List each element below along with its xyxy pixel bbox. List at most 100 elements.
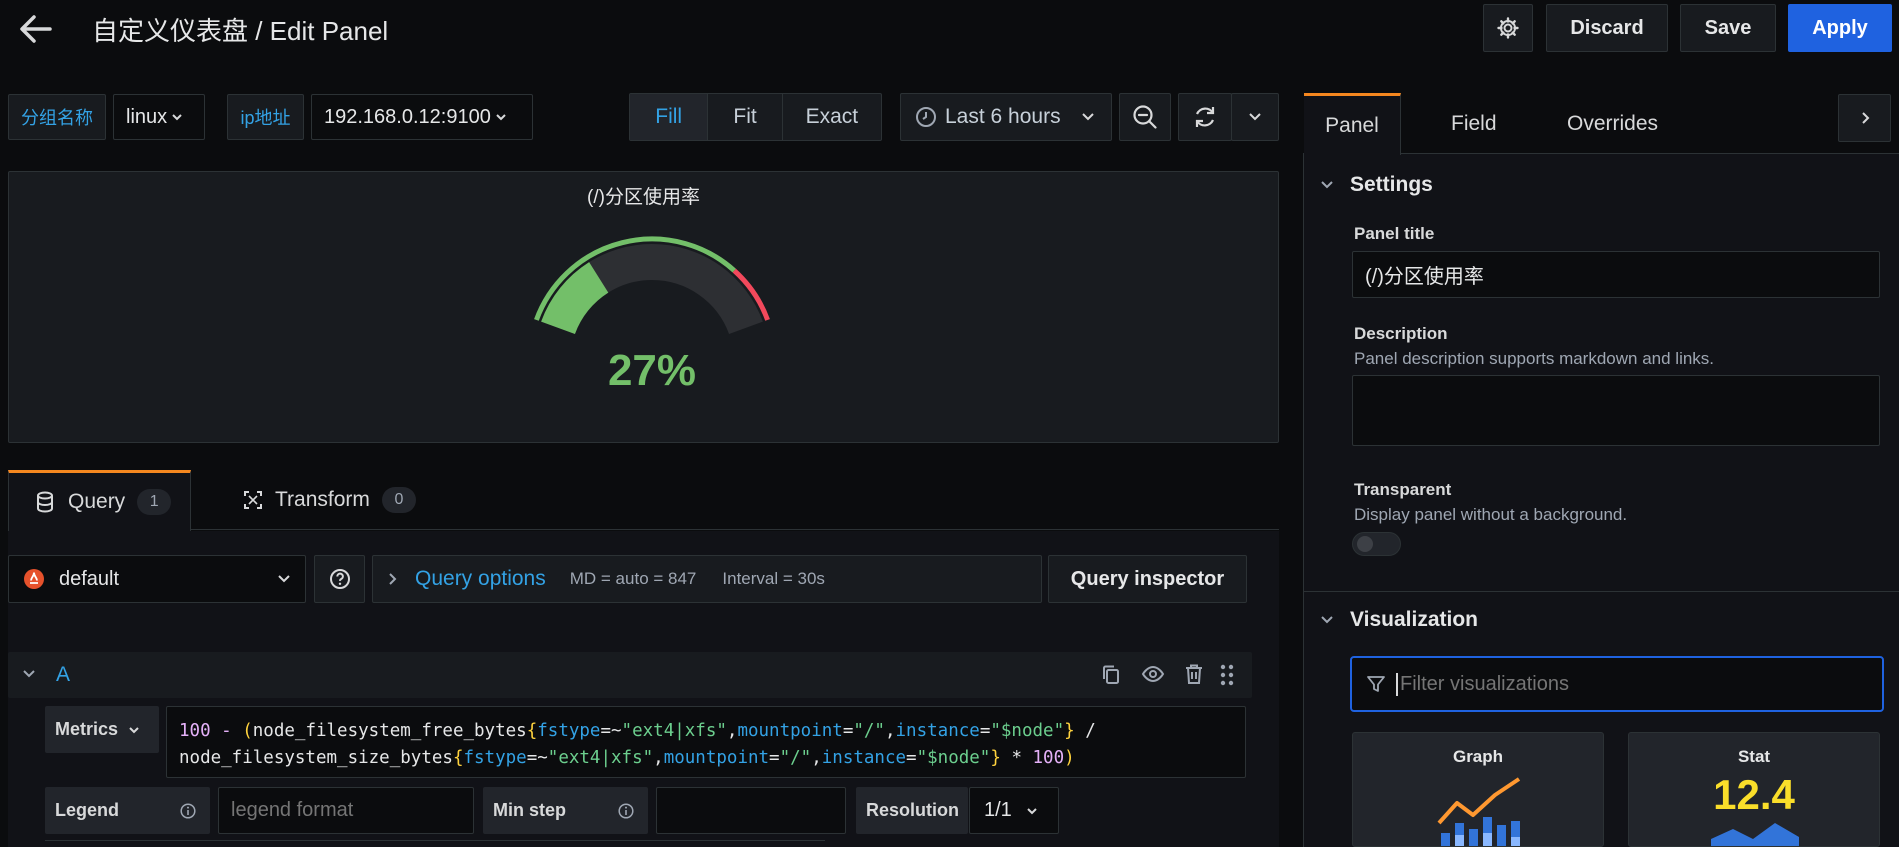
query-token: = [906,748,917,768]
tab-transform[interactable]: Transform 0 [243,470,416,530]
visualization-section-header[interactable]: Visualization [1320,605,1478,635]
collapse-chevron-icon[interactable] [22,669,36,679]
viz-card-graph[interactable]: Graph [1352,732,1604,847]
settings-title: Settings [1350,173,1433,196]
panel-preview: (/)分区使用率 27% [8,171,1279,443]
info-icon[interactable] [618,802,634,819]
resolution-select[interactable]: 1/1 [969,787,1059,834]
query-line-1: 100 - (node_filesystem_free_bytes{fstype… [179,718,1233,745]
settings-section-header[interactable]: Settings [1320,170,1433,200]
query-inspector-button[interactable]: Query inspector [1048,555,1247,603]
query-options-bar[interactable]: Query options MD = auto = 847 Interval =… [372,555,1042,603]
tab-transform-count: 0 [381,487,416,513]
save-button[interactable]: Save [1680,4,1776,52]
refresh-button[interactable] [1178,93,1232,141]
query-token: "$node" [916,748,991,768]
query-token: "$node" [990,721,1065,741]
query-token: * [1000,748,1033,768]
tab-panel[interactable]: Panel [1304,93,1401,155]
clock-icon [915,106,937,128]
apply-button[interactable]: Apply [1788,4,1892,52]
legend-format-input[interactable] [218,787,474,834]
description-label: Description [1354,324,1448,343]
min-step-input[interactable] [656,787,846,834]
panel-title-label: Panel title [1354,224,1435,243]
collapse-options-button[interactable] [1838,94,1891,142]
database-icon [36,491,54,513]
min-step-label: Min step [483,787,648,834]
resolution-label: Resolution [856,787,968,834]
chevron-down-icon [1320,180,1334,190]
variable-label-group: 分组名称 [8,94,106,140]
filter-visualizations-field[interactable] [1350,656,1884,712]
zoom-out-button[interactable] [1119,93,1171,141]
query-expression-editor[interactable]: 100 - (node_filesystem_free_bytes{fstype… [166,706,1246,778]
query-token: / [1074,721,1096,741]
description-help: Panel description supports markdown and … [1354,349,1715,368]
query-token: } [990,748,1001,768]
stat-viz-sample-value: 12.4 [1713,771,1795,818]
chevron-down-icon [1320,615,1334,625]
panel-title-input[interactable] [1352,251,1880,298]
query-token: node_filesystem_free_bytes [252,721,527,741]
resolution-value: 1/1 [984,799,1012,821]
chevron-down-icon [128,725,140,735]
filter-icon [1366,674,1386,694]
query-token: "/" [779,748,812,768]
viz-card-stat[interactable]: Stat 12.4 [1628,732,1880,847]
section-divider [1303,591,1899,592]
view-mode-exact[interactable]: Exact [783,94,881,140]
chevron-down-icon [1026,806,1038,816]
transparent-toggle[interactable] [1352,532,1401,556]
time-range-label: Last 6 hours [945,105,1061,128]
datasource-picker[interactable]: default [8,555,306,603]
query-token: { [452,748,464,768]
back-arrow-icon[interactable] [14,8,56,50]
filter-visualizations-input[interactable] [1396,672,1856,696]
chevron-right-icon [387,572,397,586]
query-token: fstype [463,748,527,768]
tab-query[interactable]: Query 1 [8,470,191,531]
chevron-down-icon [1081,112,1095,122]
variable-select-ip[interactable]: 192.168.0.12:9100 [311,94,533,140]
variable-select-group-value: linux [126,105,168,128]
transform-icon [243,490,263,510]
viz-card-stat-name: Stat [1737,747,1771,766]
panel-preview-title[interactable]: (/)分区使用率 [9,182,1278,209]
metrics-label: Metrics [55,719,119,739]
query-token: "ext4|xfs" [547,748,654,768]
drag-handle-icon[interactable] [1220,664,1234,686]
eye-icon[interactable] [1141,665,1165,683]
view-mode-fill[interactable]: Fill [630,94,709,140]
settings-button[interactable] [1483,4,1533,52]
view-mode-fit[interactable]: Fit [708,94,783,140]
query-ref-id[interactable]: A [56,663,70,687]
duplicate-icon[interactable] [1101,664,1121,686]
query-token: , [653,748,664,768]
time-range-picker[interactable]: Last 6 hours [900,93,1112,141]
gear-icon [1496,16,1520,40]
transparent-label: Transparent [1354,480,1452,499]
query-token: node_filesystem_size_bytes [179,748,453,768]
query-options-md: MD = auto = 847 [569,569,697,588]
discard-button[interactable]: Discard [1546,4,1668,52]
metrics-dropdown[interactable]: Metrics [45,706,159,753]
trash-icon[interactable] [1184,663,1204,685]
info-icon[interactable] [180,802,196,819]
description-textarea[interactable] [1352,375,1880,446]
datasource-name: default [59,567,120,590]
legend-label: Legend [45,787,210,834]
query-options-interval: Interval = 30s [722,569,825,588]
query-token: , [811,748,822,768]
query-tabs-bar [8,470,1279,530]
datasource-help-button[interactable] [314,555,365,603]
query-token: , [884,721,896,741]
query-token: ) [1064,748,1075,768]
tab-overrides[interactable]: Overrides [1567,93,1658,155]
gauge-value-text: 27% [607,346,697,395]
query-token: = [842,721,854,741]
refresh-interval-dropdown[interactable] [1231,93,1279,141]
variable-select-group[interactable]: linux [113,94,205,140]
query-token: mountpoint [737,721,843,741]
tab-field[interactable]: Field [1451,93,1497,155]
